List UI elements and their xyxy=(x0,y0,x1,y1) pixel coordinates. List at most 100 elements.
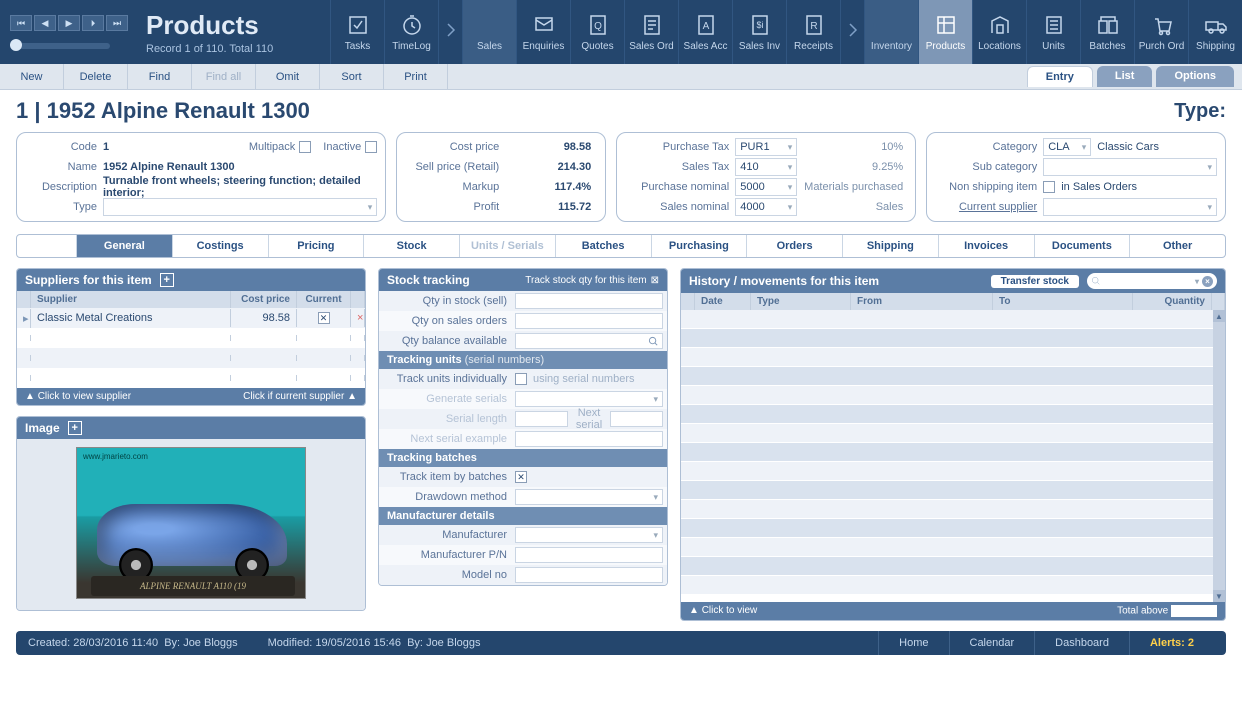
nav-first[interactable]: ⏮ xyxy=(10,15,32,31)
purchase-nominal-dropdown[interactable]: 5000 xyxy=(735,178,797,196)
module-inventory[interactable]: Inventory xyxy=(864,0,918,64)
tab-entry[interactable]: Entry xyxy=(1027,66,1093,87)
module-products[interactable]: Products xyxy=(918,0,972,64)
find-button[interactable]: Find xyxy=(128,64,192,89)
sales-nominal-dropdown[interactable]: 4000 xyxy=(735,198,797,216)
module-receipts[interactable]: RReceipts xyxy=(786,0,840,64)
generate-serials-dropdown[interactable] xyxy=(515,391,663,407)
multipack-checkbox[interactable] xyxy=(299,141,311,153)
module-shipping[interactable]: Shipping xyxy=(1188,0,1242,64)
qty-balance-input[interactable] xyxy=(515,333,663,349)
subtab-pricing[interactable]: Pricing xyxy=(269,235,365,257)
markup[interactable]: 117.4% xyxy=(505,181,597,193)
history-scrollbar[interactable]: ▲▼ xyxy=(1213,310,1225,602)
clear-search-icon[interactable]: × xyxy=(1202,276,1213,287)
module-units[interactable]: Units xyxy=(1026,0,1080,64)
product-image[interactable]: www.jmarieto.com ALPINE RENAULT A110 (19 xyxy=(76,447,306,599)
next-serial-input[interactable] xyxy=(610,411,663,427)
subcategory-dropdown[interactable] xyxy=(1043,158,1217,176)
subtab-shipping[interactable]: Shipping xyxy=(843,235,939,257)
subtab-units-serials[interactable]: Units / Serials xyxy=(460,235,556,257)
tab-options[interactable]: Options xyxy=(1156,66,1234,87)
subtab-other[interactable]: Other xyxy=(1130,235,1225,257)
module-tasks[interactable]: Tasks xyxy=(330,0,384,64)
subtab-documents[interactable]: Documents xyxy=(1035,235,1131,257)
module-batches[interactable]: Batches xyxy=(1080,0,1134,64)
module-timelog[interactable]: TimeLog xyxy=(384,0,438,64)
module-locations[interactable]: Locations xyxy=(972,0,1026,64)
history-row xyxy=(681,367,1213,386)
view-supplier-link[interactable]: ▲ Click to view supplier xyxy=(25,391,131,402)
module-sales-acc[interactable]: ASales Acc xyxy=(678,0,732,64)
nav-last[interactable]: ⏭ xyxy=(106,15,128,31)
subtab-invoices[interactable]: Invoices xyxy=(939,235,1035,257)
code-value[interactable]: 1 xyxy=(103,141,237,153)
description-value[interactable]: Turnable front wheels; steering function… xyxy=(103,175,377,199)
track-stock-link[interactable]: Track stock qty for this item ⊠ xyxy=(525,275,659,286)
dashboard-link[interactable]: Dashboard xyxy=(1034,631,1129,655)
supplier-current-checkbox[interactable] xyxy=(318,312,330,324)
search-icon[interactable] xyxy=(648,336,659,347)
history-row xyxy=(681,386,1213,405)
module-arrow[interactable] xyxy=(840,0,864,64)
cost-price[interactable]: 98.58 xyxy=(505,141,597,153)
subtab-costings[interactable]: Costings xyxy=(173,235,269,257)
history-row xyxy=(681,481,1213,500)
alerts-link[interactable]: Alerts: 2 xyxy=(1129,631,1214,655)
module-sales[interactable]: Sales xyxy=(462,0,516,64)
home-link[interactable]: Home xyxy=(878,631,948,655)
sell-price[interactable]: 214.30 xyxy=(505,161,597,173)
subtab-general[interactable]: General xyxy=(77,235,173,257)
nav-fwd[interactable]: ⏵ xyxy=(82,15,104,31)
find-all-button[interactable]: Find all xyxy=(192,64,256,89)
nonshipping-checkbox[interactable] xyxy=(1043,181,1055,193)
history-view-link[interactable]: ▲ Click to view xyxy=(689,605,757,617)
set-current-supplier-link[interactable]: Click if current supplier ▲ xyxy=(243,391,357,402)
serial-length-input[interactable] xyxy=(515,411,568,427)
svg-text:A: A xyxy=(702,21,709,32)
model-no-input[interactable] xyxy=(515,567,663,583)
subtab-orders[interactable]: Orders xyxy=(747,235,843,257)
sort-button[interactable]: Sort xyxy=(320,64,384,89)
module-sales-ord[interactable]: Sales Ord xyxy=(624,0,678,64)
name-value[interactable]: 1952 Alpine Renault 1300 xyxy=(103,161,377,173)
print-button[interactable]: Print xyxy=(384,64,448,89)
track-batches-checkbox[interactable] xyxy=(515,471,527,483)
module-arrow[interactable] xyxy=(438,0,462,64)
tab-list[interactable]: List xyxy=(1097,66,1153,87)
current-supplier-link[interactable]: Current supplier xyxy=(935,201,1043,213)
new-button[interactable]: New xyxy=(0,64,64,89)
record-counter: Record 1 of 110. Total 110 xyxy=(146,43,273,55)
category-dropdown[interactable]: CLA xyxy=(1043,138,1091,156)
module-sales-inv[interactable]: $iSales Inv xyxy=(732,0,786,64)
manufacturer-pn-input[interactable] xyxy=(515,547,663,563)
type-dropdown[interactable] xyxy=(103,198,377,216)
current-supplier-dropdown[interactable] xyxy=(1043,198,1217,216)
subtab-stock[interactable]: Stock xyxy=(364,235,460,257)
subtab-purchasing[interactable]: Purchasing xyxy=(652,235,748,257)
inactive-checkbox[interactable] xyxy=(365,141,377,153)
module-enquiries[interactable]: Enquiries xyxy=(516,0,570,64)
sales-tax-dropdown[interactable]: 410 xyxy=(735,158,797,176)
purchase-tax-dropdown[interactable]: PUR1 xyxy=(735,138,797,156)
add-image-button[interactable]: + xyxy=(68,421,82,435)
qty-so-input[interactable] xyxy=(515,313,663,329)
track-units-checkbox[interactable] xyxy=(515,373,527,385)
nav-next[interactable]: ▶ xyxy=(58,15,80,31)
history-search[interactable]: ▾× xyxy=(1087,273,1217,289)
nav-prev[interactable]: ◀ xyxy=(34,15,56,31)
record-slider[interactable] xyxy=(10,43,110,49)
module-quotes[interactable]: QQuotes xyxy=(570,0,624,64)
subtab-batches[interactable]: Batches xyxy=(556,235,652,257)
omit-button[interactable]: Omit xyxy=(256,64,320,89)
delete-button[interactable]: Delete xyxy=(64,64,128,89)
drawdown-dropdown[interactable] xyxy=(515,489,663,505)
qty-stock-input[interactable] xyxy=(515,293,663,309)
supplier-row[interactable]: ▸Classic Metal Creations98.58× xyxy=(17,308,365,328)
module-purch-ord[interactable]: Purch Ord xyxy=(1134,0,1188,64)
transfer-stock-button[interactable]: Transfer stock xyxy=(991,275,1079,288)
manufacturer-dropdown[interactable] xyxy=(515,527,663,543)
calendar-link[interactable]: Calendar xyxy=(949,631,1035,655)
delete-row-icon[interactable]: × xyxy=(351,309,365,327)
add-supplier-button[interactable]: + xyxy=(160,273,174,287)
